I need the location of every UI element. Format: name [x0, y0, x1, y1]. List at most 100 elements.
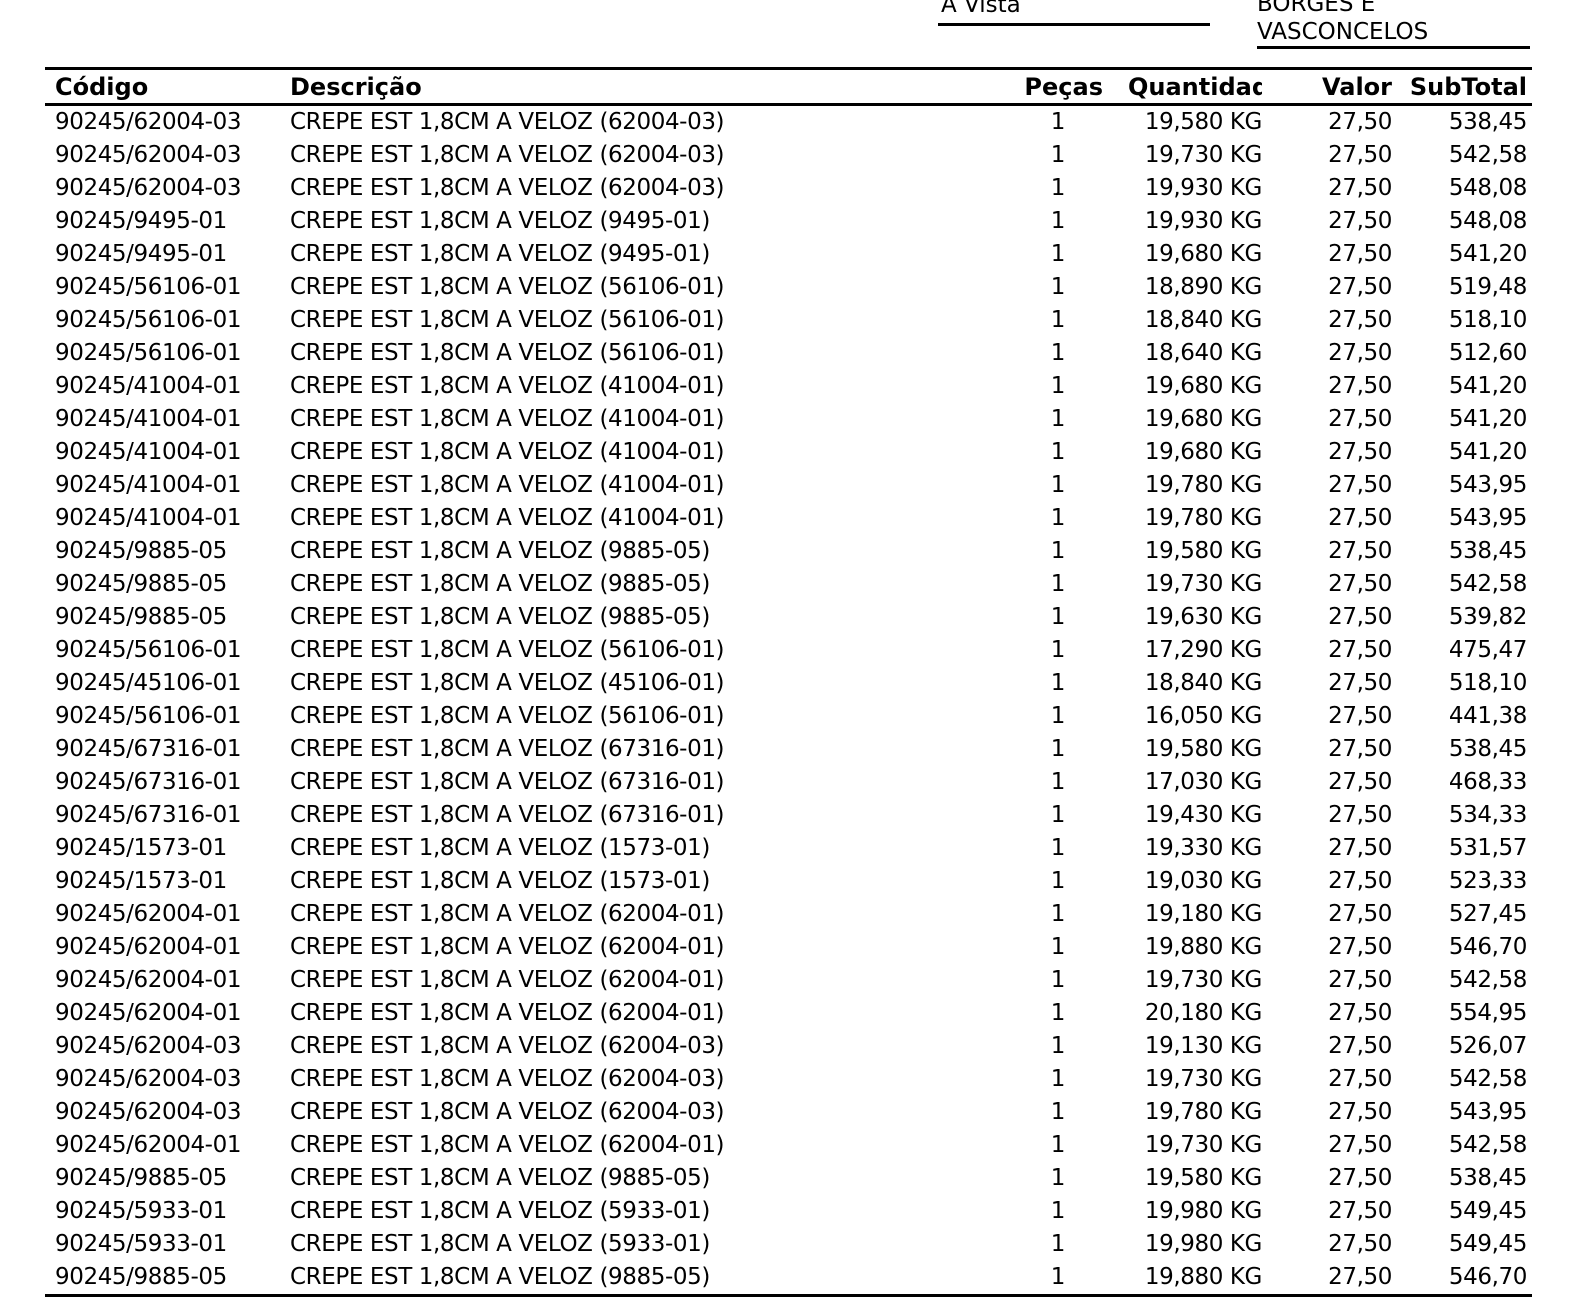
item-row: 90245/5933-01 CREPE EST 1,8CM A VELOZ (5…: [45, 1228, 1532, 1261]
item-valor-cell: 27,50: [1262, 799, 1392, 832]
item-quantidade-cell: 19,680 KG: [1103, 436, 1262, 469]
item-quantidade-cell: 19,730 KG: [1103, 1063, 1262, 1096]
item-codigo-cell: 90245/67316-01: [45, 799, 280, 832]
item-valor-cell: 27,50: [1262, 271, 1392, 304]
item-row: 90245/62004-03 CREPE EST 1,8CM A VELOZ (…: [45, 105, 1532, 140]
item-descricao-cell: CREPE EST 1,8CM A VELOZ (56106-01): [280, 304, 915, 337]
item-descricao-cell: CREPE EST 1,8CM A VELOZ (67316-01): [280, 733, 915, 766]
column-header-subtotal: SubTotal: [1392, 69, 1532, 105]
item-descricao-cell: CREPE EST 1,8CM A VELOZ (62004-03): [280, 1030, 915, 1063]
item-subtotal-cell: 542,58: [1392, 568, 1532, 601]
item-codigo-cell: 90245/1573-01: [45, 865, 280, 898]
item-quantidade-cell: 19,780 KG: [1103, 469, 1262, 502]
item-codigo-cell: 90245/62004-01: [45, 964, 280, 997]
item-quantidade-cell: 19,730 KG: [1103, 139, 1262, 172]
item-subtotal-cell: 548,08: [1392, 205, 1532, 238]
item-subtotal-cell: 468,33: [1392, 766, 1532, 799]
item-valor-cell: 27,50: [1262, 766, 1392, 799]
item-valor-cell: 27,50: [1262, 370, 1392, 403]
item-descricao-cell: CREPE EST 1,8CM A VELOZ (41004-01): [280, 370, 915, 403]
item-subtotal-cell: 542,58: [1392, 964, 1532, 997]
item-pecas-cell: 1: [915, 535, 1103, 568]
item-subtotal-cell: 539,82: [1392, 601, 1532, 634]
item-subtotal-cell: 543,95: [1392, 469, 1532, 502]
payment-terms-underline: [938, 23, 1210, 26]
item-row: 90245/62004-03 CREPE EST 1,8CM A VELOZ (…: [45, 172, 1532, 205]
item-quantidade-cell: 19,130 KG: [1103, 1030, 1262, 1063]
item-valor-cell: 27,50: [1262, 205, 1392, 238]
item-quantidade-cell: 16,050 KG: [1103, 700, 1262, 733]
items-table: Código Descrição Peças Quantidade Valor …: [45, 67, 1532, 1297]
item-subtotal-cell: 541,20: [1392, 370, 1532, 403]
item-pecas-cell: 1: [915, 337, 1103, 370]
item-pecas-cell: 1: [915, 832, 1103, 865]
item-row: 90245/9885-05 CREPE EST 1,8CM A VELOZ (9…: [45, 535, 1532, 568]
item-codigo-cell: 90245/56106-01: [45, 700, 280, 733]
item-codigo-cell: 90245/9885-05: [45, 1261, 280, 1296]
item-valor-cell: 27,50: [1262, 304, 1392, 337]
item-subtotal-cell: 538,45: [1392, 105, 1532, 140]
item-quantidade-cell: 19,630 KG: [1103, 601, 1262, 634]
item-pecas-cell: 1: [915, 601, 1103, 634]
item-codigo-cell: 90245/41004-01: [45, 469, 280, 502]
item-valor-cell: 27,50: [1262, 634, 1392, 667]
item-subtotal-cell: 519,48: [1392, 271, 1532, 304]
item-descricao-cell: CREPE EST 1,8CM A VELOZ (62004-03): [280, 172, 915, 205]
column-header-quantidade: Quantidade: [1103, 69, 1262, 105]
item-row: 90245/41004-01 CREPE EST 1,8CM A VELOZ (…: [45, 502, 1532, 535]
item-quantidade-cell: 19,580 KG: [1103, 733, 1262, 766]
item-row: 90245/9495-01 CREPE EST 1,8CM A VELOZ (9…: [45, 205, 1532, 238]
item-quantidade-cell: 19,730 KG: [1103, 568, 1262, 601]
item-valor-cell: 27,50: [1262, 1096, 1392, 1129]
item-quantidade-cell: 19,930 KG: [1103, 205, 1262, 238]
item-subtotal-cell: 538,45: [1392, 1162, 1532, 1195]
item-subtotal-cell: 542,58: [1392, 139, 1532, 172]
item-codigo-cell: 90245/45106-01: [45, 667, 280, 700]
item-descricao-cell: CREPE EST 1,8CM A VELOZ (1573-01): [280, 832, 915, 865]
item-descricao-cell: CREPE EST 1,8CM A VELOZ (62004-01): [280, 1129, 915, 1162]
item-descricao-cell: CREPE EST 1,8CM A VELOZ (62004-01): [280, 898, 915, 931]
item-descricao-cell: CREPE EST 1,8CM A VELOZ (9495-01): [280, 238, 915, 271]
item-row: 90245/56106-01 CREPE EST 1,8CM A VELOZ (…: [45, 700, 1532, 733]
item-subtotal-cell: 541,20: [1392, 403, 1532, 436]
item-pecas-cell: 1: [915, 799, 1103, 832]
item-valor-cell: 27,50: [1262, 667, 1392, 700]
item-pecas-cell: 1: [915, 568, 1103, 601]
item-valor-cell: 27,50: [1262, 238, 1392, 271]
item-pecas-cell: 1: [915, 865, 1103, 898]
item-quantidade-cell: 19,880 KG: [1103, 931, 1262, 964]
item-subtotal-cell: 546,70: [1392, 1261, 1532, 1296]
item-quantidade-cell: 19,730 KG: [1103, 1129, 1262, 1162]
item-codigo-cell: 90245/67316-01: [45, 733, 280, 766]
item-pecas-cell: 1: [915, 403, 1103, 436]
item-row: 90245/67316-01 CREPE EST 1,8CM A VELOZ (…: [45, 766, 1532, 799]
item-descricao-cell: CREPE EST 1,8CM A VELOZ (5933-01): [280, 1195, 915, 1228]
item-pecas-cell: 1: [915, 370, 1103, 403]
item-valor-cell: 27,50: [1262, 568, 1392, 601]
item-pecas-cell: 1: [915, 1228, 1103, 1261]
item-subtotal-cell: 441,38: [1392, 700, 1532, 733]
item-valor-cell: 27,50: [1262, 436, 1392, 469]
item-row: 90245/1573-01 CREPE EST 1,8CM A VELOZ (1…: [45, 832, 1532, 865]
item-quantidade-cell: 19,980 KG: [1103, 1228, 1262, 1261]
item-row: 90245/41004-01 CREPE EST 1,8CM A VELOZ (…: [45, 403, 1532, 436]
item-valor-cell: 27,50: [1262, 997, 1392, 1030]
item-pecas-cell: 1: [915, 436, 1103, 469]
item-quantidade-cell: 18,890 KG: [1103, 271, 1262, 304]
customer-name: BORGES E VASCONCELOS: [1257, 0, 1428, 46]
item-valor-cell: 27,50: [1262, 1063, 1392, 1096]
item-quantidade-cell: 19,780 KG: [1103, 1096, 1262, 1129]
customer-name-underline: [1257, 46, 1530, 49]
item-codigo-cell: 90245/67316-01: [45, 766, 280, 799]
item-descricao-cell: CREPE EST 1,8CM A VELOZ (41004-01): [280, 436, 915, 469]
item-row: 90245/67316-01 CREPE EST 1,8CM A VELOZ (…: [45, 799, 1532, 832]
item-row: 90245/56106-01 CREPE EST 1,8CM A VELOZ (…: [45, 337, 1532, 370]
item-pecas-cell: 1: [915, 667, 1103, 700]
item-descricao-cell: CREPE EST 1,8CM A VELOZ (5933-01): [280, 1228, 915, 1261]
item-pecas-cell: 1: [915, 997, 1103, 1030]
item-quantidade-cell: 19,880 KG: [1103, 1261, 1262, 1296]
item-pecas-cell: 1: [915, 1195, 1103, 1228]
item-quantidade-cell: 19,580 KG: [1103, 105, 1262, 140]
item-row: 90245/62004-01 CREPE EST 1,8CM A VELOZ (…: [45, 964, 1532, 997]
item-quantidade-cell: 19,030 KG: [1103, 865, 1262, 898]
